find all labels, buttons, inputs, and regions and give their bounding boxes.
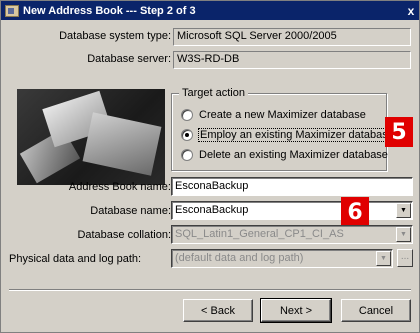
title-bar: New Address Book --- Step 2 of 3 x: [1, 1, 419, 20]
radio-employ-existing[interactable]: Employ an existing Maximizer database: [181, 128, 396, 142]
target-action-legend: Target action: [179, 87, 248, 99]
next-button[interactable]: Next >: [260, 298, 332, 323]
db-server-label: Database server:: [87, 53, 171, 65]
new-address-book-dialog: New Address Book --- Step 2 of 3 x Datab…: [0, 0, 420, 333]
database-name-label: Database name:: [90, 205, 171, 217]
physical-path-combobox[interactable]: (default data and log path) ▼: [171, 249, 393, 268]
cancel-button[interactable]: Cancel: [341, 299, 411, 322]
radio-icon[interactable]: [181, 149, 193, 161]
callout-6: 6: [341, 197, 369, 227]
database-collation-combobox[interactable]: SQL_Latin1_General_CP1_CI_AS ▼: [171, 225, 413, 244]
database-name-combobox[interactable]: EsconaBackup ▼: [171, 201, 413, 220]
radio-create-label: Create a new Maximizer database: [199, 109, 366, 121]
db-server-field: W3S-RD-DB: [173, 51, 411, 69]
database-collation-label: Database collation:: [77, 229, 171, 241]
physical-path-value: (default data and log path): [175, 252, 304, 264]
database-collation-value: SQL_Latin1_General_CP1_CI_AS: [175, 228, 344, 240]
database-name-value: EsconaBackup: [175, 204, 249, 216]
app-icon: [5, 4, 19, 17]
physical-path-label: Physical data and log path:: [9, 253, 142, 265]
callout-5: 5: [385, 117, 413, 147]
dropdown-arrow-icon[interactable]: ▼: [396, 227, 411, 242]
radio-delete-existing[interactable]: Delete an existing Maximizer database: [181, 149, 388, 161]
address-book-name-label: Address Book name:: [68, 181, 171, 193]
decorative-image: [17, 89, 165, 185]
radio-icon[interactable]: [181, 129, 193, 141]
address-book-name-input[interactable]: EsconaBackup: [171, 177, 413, 196]
db-system-type-label: Database system type:: [59, 30, 171, 42]
back-button[interactable]: < Back: [183, 299, 253, 322]
dropdown-arrow-icon[interactable]: ▼: [396, 203, 411, 218]
window-title: New Address Book --- Step 2 of 3: [23, 4, 196, 17]
separator: [9, 289, 411, 291]
db-system-type-field: Microsoft SQL Server 2000/2005: [173, 28, 411, 46]
radio-create-new[interactable]: Create a new Maximizer database: [181, 109, 366, 121]
radio-icon[interactable]: [181, 109, 193, 121]
radio-delete-label: Delete an existing Maximizer database: [199, 149, 388, 161]
radio-employ-label: Employ an existing Maximizer database: [198, 128, 396, 142]
close-icon[interactable]: x: [403, 4, 419, 18]
dropdown-arrow-icon[interactable]: ▼: [376, 251, 391, 266]
browse-button[interactable]: ...: [397, 249, 413, 267]
